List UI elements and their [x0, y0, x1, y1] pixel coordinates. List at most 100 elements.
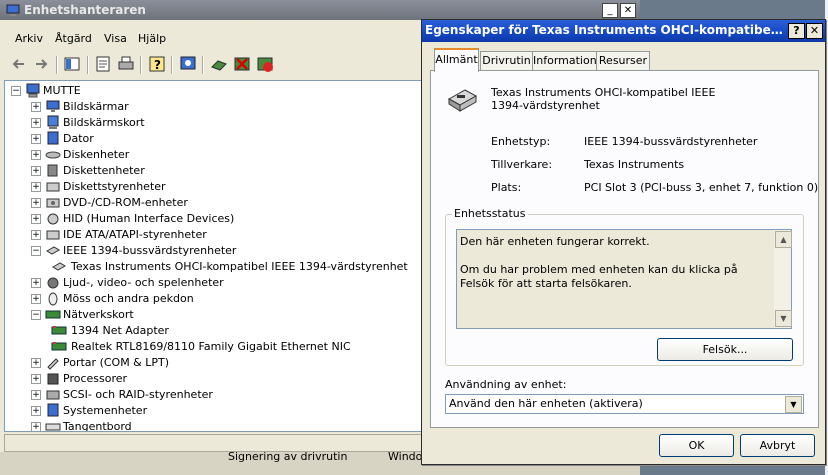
device-usage-value: Använd den här enheten (aktivera) [449, 397, 643, 410]
status-bar [4, 434, 422, 452]
hid-icon [45, 211, 61, 226]
tree-device-item[interactable]: Realtek RTL8169/8110 Family Gigabit Ethe… [51, 339, 415, 355]
tree-device-item[interactable]: 1394 Net Adapter [51, 323, 415, 339]
expand-icon[interactable]: + [31, 406, 41, 416]
tree-category-item[interactable]: + Dator [31, 131, 415, 147]
tree-category-item[interactable]: + Diskenheter [31, 147, 415, 163]
tree-category-item[interactable]: + IDE ATA/ATAPI-styrenheter [31, 227, 415, 243]
status-scrollbar[interactable]: ▲ ▼ [774, 230, 792, 328]
device-status-legend: Enhetsstatus [452, 207, 528, 220]
expand-icon[interactable]: + [31, 166, 41, 176]
sound-icon [45, 275, 61, 290]
tree-category-item[interactable]: + Diskettstyrenheter [31, 179, 415, 195]
tree-item-label: Tangentbord [63, 420, 132, 432]
device-usage-select[interactable]: Använd den här enheten (aktivera) ▼ [445, 394, 804, 414]
show-hide-tree-icon[interactable] [63, 55, 81, 73]
ok-button[interactable]: OK [659, 434, 734, 457]
menu-arkiv[interactable]: Arkiv [15, 32, 43, 45]
tree-item-label: Diskenheter [63, 148, 130, 161]
expand-icon[interactable]: + [31, 422, 41, 431]
tree-category-item[interactable]: − IEEE 1394-bussvärdstyrenheter [31, 243, 415, 259]
tree-category-item[interactable]: + Ljud-, video- och spelenheter [31, 275, 415, 291]
tree-item-label: Ljud-, video- och spelenheter [63, 276, 224, 289]
tree-device-item[interactable]: Texas Instruments OHCI-kompatibel IEEE 1… [51, 259, 415, 275]
monitor-icon [45, 99, 61, 114]
menu-atgard[interactable]: Åtgärd [55, 32, 92, 45]
tree-category-item[interactable]: − Nätverkskort [31, 307, 415, 323]
chevron-down-icon[interactable]: ▼ [785, 396, 802, 413]
device-status-textbox[interactable]: Den här enheten fungerar korrekt. Om du … [456, 229, 792, 329]
tree-item-label: Diskettstyrenheter [63, 180, 166, 193]
tree-item-label: Nätverkskort [63, 308, 134, 321]
uninstall-device-icon[interactable] [256, 55, 274, 73]
network-adapter-icon [51, 323, 67, 338]
tree-item-label: Texas Instruments OHCI-kompatibel IEEE 1… [71, 260, 408, 273]
tree-root-label: MUTTE [43, 84, 81, 97]
port-icon [45, 355, 61, 370]
tab-information[interactable]: Information [532, 51, 597, 70]
taskbar-item-1[interactable]: Signering av drivrutin [228, 450, 347, 463]
expand-icon[interactable]: + [31, 150, 41, 160]
help-icon[interactable]: ? [148, 55, 166, 73]
expand-icon[interactable]: + [31, 214, 41, 224]
collapse-icon[interactable]: − [31, 246, 41, 256]
expand-icon[interactable]: + [31, 278, 41, 288]
tree-category-item[interactable]: + Tangentbord [31, 419, 415, 432]
expand-icon[interactable]: + [31, 102, 41, 112]
minimize-button[interactable]: _ [602, 3, 618, 18]
main-close-icon[interactable]: ✕ [620, 3, 636, 18]
tree-category-item[interactable]: + DVD-/CD-ROM-enheter [31, 195, 415, 211]
status-line-2: Om du har problem med enheten kan du kli… [460, 263, 738, 290]
troubleshoot-button[interactable]: Felsök... [657, 338, 793, 361]
expand-icon[interactable]: + [31, 390, 41, 400]
back-arrow-icon[interactable] [10, 55, 28, 73]
scroll-down-icon[interactable]: ▼ [775, 310, 792, 327]
expand-icon[interactable]: + [31, 294, 41, 304]
scroll-up-icon[interactable]: ▲ [775, 231, 792, 248]
help-button[interactable]: ? [788, 23, 805, 39]
tree-category-item[interactable]: + Bildskärmskort [31, 115, 415, 131]
forward-arrow-icon[interactable] [32, 55, 50, 73]
expand-icon[interactable]: + [31, 182, 41, 192]
tree-category-item[interactable]: + Bildskärmar [31, 99, 415, 115]
scan-hardware-icon[interactable] [179, 55, 197, 73]
tab-general[interactable]: Allmänt [434, 48, 479, 72]
expand-icon[interactable]: + [31, 198, 41, 208]
cdrom-icon [45, 195, 61, 210]
tab-resources[interactable]: Resurser [596, 51, 650, 70]
tab-driver[interactable]: Drivrutin [480, 51, 533, 70]
expand-icon[interactable]: + [31, 118, 41, 128]
tree-item-label: Dator [63, 132, 94, 145]
collapse-icon[interactable]: − [11, 86, 21, 96]
tree-root-node[interactable]: − MUTTE [11, 83, 411, 99]
update-driver-icon[interactable] [210, 55, 228, 73]
tree-category-item[interactable]: + Portar (COM & LPT) [31, 355, 415, 371]
tree-category-item[interactable]: + Diskettenheter [31, 163, 415, 179]
tree-category-item[interactable]: + Möss och andra pekdon [31, 291, 415, 307]
expand-icon[interactable]: + [31, 358, 41, 368]
menu-visa[interactable]: Visa [104, 32, 127, 45]
system-device-icon [45, 403, 61, 418]
dialog-close-icon[interactable]: ✕ [806, 23, 823, 39]
properties-icon[interactable] [94, 55, 112, 73]
ieee1394-device-icon [445, 85, 479, 113]
device-manager-titlebar[interactable]: Enhetshanteraren _ ✕ [0, 0, 640, 20]
tree-item-label: 1394 Net Adapter [71, 324, 169, 337]
expand-icon[interactable]: + [31, 134, 41, 144]
ide-controller-icon [45, 227, 61, 242]
collapse-icon[interactable]: − [31, 310, 41, 320]
taskbar-item-2[interactable]: Windo [388, 450, 422, 463]
tree-category-item[interactable]: + Processorer [31, 371, 415, 387]
tree-category-item[interactable]: + SCSI- och RAID-styrenheter [31, 387, 415, 403]
disable-device-icon[interactable] [233, 55, 251, 73]
tree-category-item[interactable]: + HID (Human Interface Devices) [31, 211, 415, 227]
tree-category-item[interactable]: + Systemenheter [31, 403, 415, 419]
tree-item-label: Möss och andra pekdon [63, 292, 194, 305]
print-icon[interactable] [117, 55, 135, 73]
menu-hjalp[interactable]: Hjälp [138, 32, 166, 45]
expand-icon[interactable]: + [31, 230, 41, 240]
expand-icon[interactable]: + [31, 374, 41, 384]
dialog-titlebar[interactable]: Egenskaper för Texas Instruments OHCI-ko… [422, 20, 825, 42]
cancel-button[interactable]: Avbryt [740, 434, 815, 457]
tree-item-label: Realtek RTL8169/8110 Family Gigabit Ethe… [71, 340, 351, 353]
